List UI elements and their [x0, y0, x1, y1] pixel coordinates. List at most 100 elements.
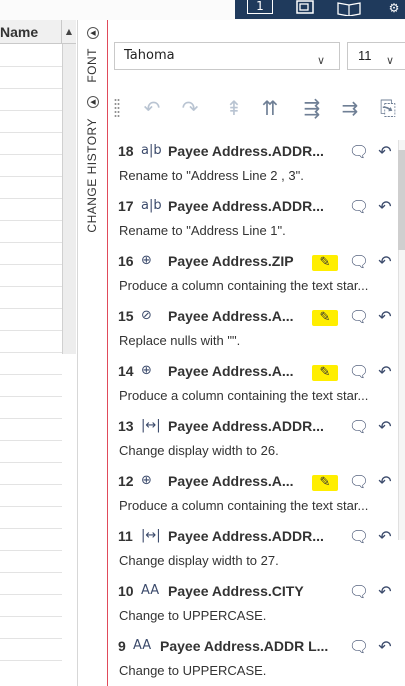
undo-icon[interactable]: ↶	[138, 94, 166, 122]
history-item[interactable]: 17 a|b Payee Address.ADDR... 🗨 ↶ Rename …	[112, 189, 398, 244]
edit-pencil-icon[interactable]: ✎	[312, 365, 338, 381]
comment-icon[interactable]: 🗨	[348, 581, 370, 603]
grid-row-line	[0, 462, 62, 463]
script-icon[interactable]: ⎘	[374, 94, 402, 122]
history-item[interactable]: 9 AA Payee Address.ADDR L... 🗨 ↶ Change …	[112, 629, 398, 684]
grid-row-line	[0, 110, 62, 111]
grid-scrollbar[interactable]	[62, 44, 76, 354]
column-header-name[interactable]: Name	[0, 20, 62, 44]
grid-row-line	[0, 286, 62, 287]
undo-step-icon[interactable]: ↶	[374, 141, 396, 163]
grid-row-line	[0, 594, 62, 595]
move-up-icon[interactable]: ⇈	[256, 94, 284, 122]
grid-row-line	[0, 616, 62, 617]
book-icon[interactable]	[335, 0, 363, 17]
font-family-select[interactable]: Tahoma ∨	[114, 42, 340, 70]
chevron-down-icon: ∨	[317, 54, 326, 67]
step-description: Produce a column containing the text sta…	[119, 278, 369, 293]
case-change-icon: AA	[133, 638, 152, 653]
history-item[interactable]: 16 ⊕ Payee Address.ZIP ✎ 🗨 ↶ Produce a c…	[112, 244, 398, 299]
collapse-icon[interactable]: ⇶	[298, 94, 326, 122]
step-description: Change to UPPERCASE.	[119, 663, 267, 678]
data-grid: Name ▲	[0, 20, 78, 686]
grid-row-line	[0, 330, 62, 331]
comment-icon[interactable]: 🗨	[348, 251, 370, 273]
pin-icon[interactable]: ◀	[87, 27, 99, 39]
step-target: Payee Address.ZIP	[168, 253, 294, 269]
undo-step-icon[interactable]: ↶	[374, 526, 396, 548]
comment-icon[interactable]: 🗨	[348, 141, 370, 163]
comment-icon[interactable]: 🗨	[348, 306, 370, 328]
top-bar: 1 ⚙	[0, 0, 405, 20]
history-item[interactable]: 15 ⊘ Payee Address.A... ✎ 🗨 ↶ Replace nu…	[112, 299, 398, 354]
step-target: Payee Address.ADDR...	[168, 143, 324, 159]
grid-row-line	[0, 88, 62, 89]
history-scrollbar-thumb[interactable]	[398, 150, 405, 250]
step-target: Payee Address.A...	[168, 363, 294, 379]
history-item[interactable]: 13 |↔| Payee Address.ADDR... 🗨 ↶ Change …	[112, 409, 398, 464]
undo-step-icon[interactable]: ↶	[374, 581, 396, 603]
sort-up-icon[interactable]: ▲	[62, 20, 76, 44]
edit-pencil-icon[interactable]: ✎	[312, 475, 338, 491]
font-size-value: 11	[358, 48, 372, 63]
comment-icon[interactable]: 🗨	[348, 526, 370, 548]
title-bar-controls: 1 ⚙	[235, 0, 405, 19]
grid-row-line	[0, 264, 62, 265]
history-item[interactable]: 18 a|b Payee Address.ADDR... 🗨 ↶ Rename …	[112, 134, 398, 189]
history-item[interactable]: 10 AA Payee Address.CITY 🗨 ↶ Change to U…	[112, 574, 398, 629]
step-number: 9	[118, 638, 126, 654]
side-tabs: ◀ FONT ◀ CHANGE HISTORY	[78, 20, 108, 686]
step-target: Payee Address.ADDR...	[168, 418, 324, 434]
comment-icon[interactable]: 🗨	[348, 416, 370, 438]
change-history-list: 18 a|b Payee Address.ADDR... 🗨 ↶ Rename …	[112, 134, 398, 686]
pin-icon[interactable]: ◀	[87, 96, 99, 108]
step-target: Payee Address.ADDR...	[168, 528, 324, 544]
column-width-icon: |↔|	[141, 528, 161, 543]
grid-row-line	[0, 132, 62, 133]
undo-step-icon[interactable]: ↶	[374, 471, 396, 493]
step-description: Change to UPPERCASE.	[119, 608, 267, 623]
step-description: Rename to "Address Line 1".	[119, 223, 286, 238]
tab-font[interactable]: FONT	[85, 48, 99, 83]
step-description: Change display width to 27.	[119, 553, 279, 568]
tab-change-history[interactable]: CHANGE HISTORY	[85, 118, 99, 233]
history-item[interactable]: 12 ⊕ Payee Address.A... ✎ 🗨 ↶ Produce a …	[112, 464, 398, 519]
undo-step-icon[interactable]: ↶	[374, 361, 396, 383]
edit-pencil-icon[interactable]: ✎	[312, 310, 338, 326]
window-icon[interactable]	[295, 0, 315, 16]
grid-row-line	[0, 572, 62, 573]
redo-icon[interactable]: ↷	[176, 94, 204, 122]
move-to-top-icon[interactable]: ⇞	[220, 94, 248, 122]
undo-step-icon[interactable]: ↶	[374, 196, 396, 218]
undo-step-icon[interactable]: ↶	[374, 306, 396, 328]
step-number: 15	[118, 308, 134, 324]
grid-row-line	[0, 374, 62, 375]
comment-icon[interactable]: 🗨	[348, 196, 370, 218]
toolbar-grip-icon[interactable]	[114, 98, 120, 120]
step-number: 11	[118, 528, 133, 544]
move-down-icon[interactable]: ⇉	[336, 94, 364, 122]
font-family-value: Tahoma	[124, 48, 175, 63]
undo-step-icon[interactable]: ↶	[374, 636, 396, 658]
step-target: Payee Address.CITY	[168, 583, 304, 599]
edit-pencil-icon[interactable]: ✎	[312, 255, 338, 271]
history-item[interactable]: 11 |↔| Payee Address.ADDR... 🗨 ↶ Change …	[112, 519, 398, 574]
step-description: Produce a column containing the text sta…	[119, 388, 369, 403]
step-description: Change display width to 26.	[119, 443, 279, 458]
grid-row-line	[0, 440, 62, 441]
rename-icon: a|b	[141, 198, 162, 213]
font-size-select[interactable]: 11 ∨	[347, 42, 405, 70]
gear-icon[interactable]: ⚙	[383, 0, 405, 16]
undo-step-icon[interactable]: ↶	[374, 416, 396, 438]
history-item[interactable]: 14 ⊕ Payee Address.A... ✎ 🗨 ↶ Produce a …	[112, 354, 398, 409]
grid-row-line	[0, 220, 62, 221]
step-number: 16	[118, 253, 134, 269]
comment-icon[interactable]: 🗨	[348, 471, 370, 493]
step-target: Payee Address.A...	[168, 308, 294, 324]
grid-row-line	[0, 198, 62, 199]
comment-icon[interactable]: 🗨	[348, 361, 370, 383]
layer-1-icon[interactable]: 1	[247, 0, 273, 14]
grid-row-line	[0, 660, 62, 661]
comment-icon[interactable]: 🗨	[348, 636, 370, 658]
undo-step-icon[interactable]: ↶	[374, 251, 396, 273]
